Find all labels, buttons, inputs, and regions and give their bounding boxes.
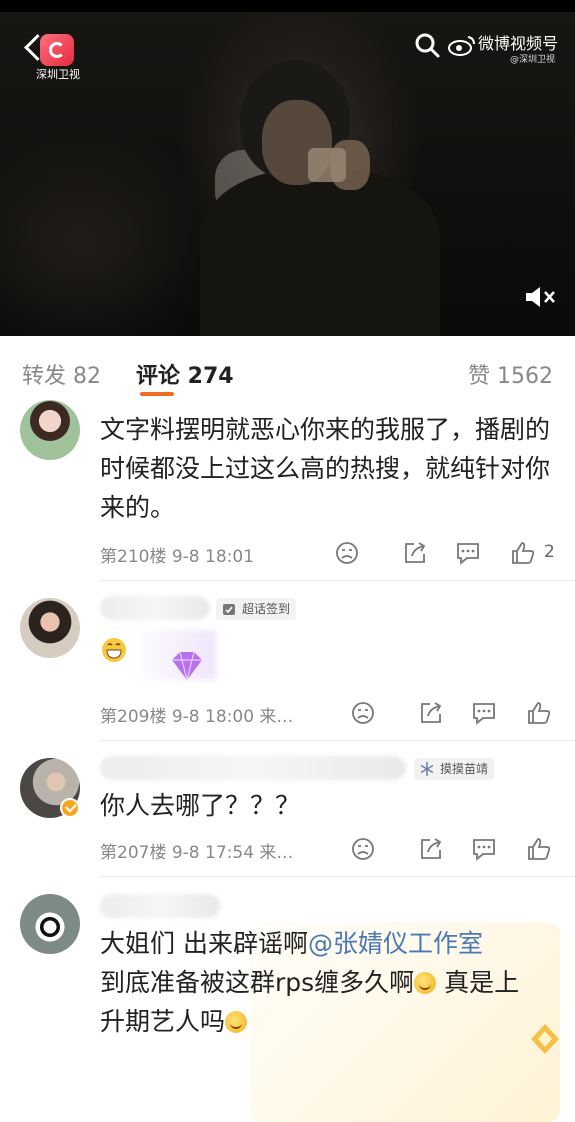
divider	[100, 580, 575, 581]
tab-comment[interactable]: 评论 274	[136, 358, 234, 390]
status-bar	[0, 0, 575, 12]
smile-emoji-icon	[225, 1011, 248, 1033]
station-name: 深圳卫视	[36, 68, 80, 81]
search-icon[interactable]	[414, 32, 440, 58]
video-figure	[200, 170, 440, 336]
divider	[100, 740, 575, 741]
topic-tag-label: 超话签到	[242, 602, 291, 616]
dislike-icon[interactable]	[334, 540, 360, 566]
comment-text: 大姐们 出来辟谣啊@张婧仪工作室 到底准备被这群rps缠多久啊 真是上升期艺人吗	[100, 924, 540, 1041]
avatar[interactable]	[20, 400, 80, 460]
comment-text-part: 到底准备被这群rps缠多久啊	[100, 968, 415, 997]
avatar[interactable]	[20, 894, 80, 954]
reply-icon[interactable]	[471, 700, 497, 726]
video-figure	[308, 148, 346, 182]
comment-text: 文字料摆明就恶心你来的我服了，播剧的时候都没上过这么高的热搜，就纯针对你来的。	[100, 415, 551, 522]
dislike-icon[interactable]	[350, 836, 376, 862]
comment-meta: 第209楼 9-8 18:00 来…	[100, 707, 294, 727]
channel-name[interactable]: 微博视频号	[478, 30, 558, 54]
diamond-badge-icon	[531, 1024, 559, 1054]
like-icon[interactable]	[526, 700, 552, 726]
tab-like[interactable]: 赞 1562	[468, 358, 553, 390]
share-icon[interactable]	[418, 700, 444, 726]
station-logo-icon	[40, 34, 74, 66]
tab-repost[interactable]: 转发 82	[22, 358, 101, 390]
checkin-icon	[223, 604, 235, 615]
gem-badge-icon	[172, 651, 202, 681]
channel-handle: @深圳卫视	[510, 55, 556, 65]
divider	[100, 876, 575, 877]
smile-emoji-icon	[414, 972, 437, 994]
username-blurred	[100, 596, 210, 620]
comment-meta: 第210楼 9-8 18:01	[100, 547, 255, 567]
comment-text-part: 大姐们 出来辟谣啊	[100, 929, 308, 958]
verified-badge-icon	[60, 798, 80, 818]
share-icon[interactable]	[402, 540, 428, 566]
avatar[interactable]	[20, 598, 80, 658]
topic-tag-label: 摸摸苗靖	[440, 762, 489, 776]
reply-icon[interactable]	[471, 836, 497, 862]
weibo-icon	[448, 36, 475, 56]
like-icon[interactable]	[526, 836, 552, 862]
mention-link[interactable]: @张婧仪工作室	[308, 929, 483, 958]
topic-tag[interactable]: 超话签到	[216, 598, 297, 620]
mute-icon[interactable]	[524, 284, 556, 310]
dislike-icon[interactable]	[350, 700, 376, 726]
video-player[interactable]: 深圳卫视 微博视频号 @深圳卫视	[0, 0, 575, 336]
username-blurred	[100, 894, 220, 918]
grin-emoji-icon	[102, 638, 126, 662]
like-icon[interactable]	[510, 540, 536, 566]
tab-underline	[140, 392, 174, 396]
reply-icon[interactable]	[455, 540, 481, 566]
topic-tag[interactable]: 摸摸苗靖	[414, 758, 495, 780]
comment-text: 你人去哪了？？？	[100, 791, 301, 820]
share-icon[interactable]	[418, 836, 444, 862]
comment-meta: 第207楼 9-8 17:54 来…	[100, 843, 294, 863]
username-blurred	[100, 756, 406, 780]
snowflake-icon	[420, 762, 434, 776]
like-count: 2	[544, 542, 555, 562]
tab-bar: 转发 82 评论 274 赞 1562	[0, 336, 575, 404]
